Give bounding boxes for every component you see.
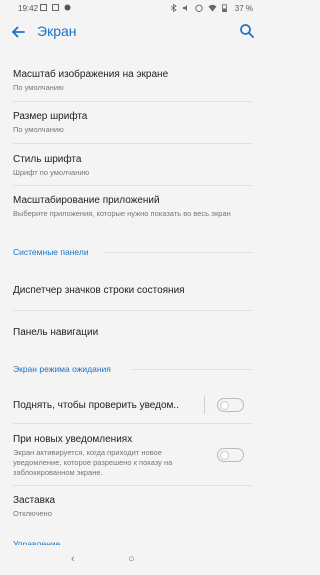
vertical-separator <box>204 396 205 414</box>
arrow-back-icon[interactable] <box>9 23 27 41</box>
new-notifications-toggle[interactable] <box>217 448 244 462</box>
section-header-system-panels: Системные панели <box>13 247 89 257</box>
app-scaling-summary: Выберите приложения, которые нужно показ… <box>13 209 231 218</box>
screensaver-title: Заставка <box>13 495 56 506</box>
app-scaling-item[interactable]: Масштабирование приложений Выберите прил… <box>13 194 252 219</box>
divider <box>13 485 252 486</box>
screensaver-summary: Отключено <box>13 509 52 518</box>
font-style-summary: Шрифт по умолчанию <box>13 168 90 177</box>
search-icon[interactable] <box>239 23 255 39</box>
app-bar: Экран <box>0 16 265 48</box>
section-header-standby: Экран режима ожидания <box>13 364 111 374</box>
lift-to-check-toggle[interactable] <box>217 398 244 412</box>
font-style-item[interactable]: Стиль шрифта Шрифт по умолчанию <box>13 153 252 178</box>
bluetooth-icon <box>170 4 177 12</box>
status-bar-icons-title: Диспетчер значков строки состояния <box>13 285 185 296</box>
gallery-notification-icon <box>52 4 59 11</box>
toggle-knob <box>220 400 229 410</box>
divider <box>13 185 252 186</box>
font-size-item[interactable]: Размер шрифта По умолчанию <box>13 110 252 135</box>
new-notifications-item[interactable]: При новых уведомлениях Экран активируетс… <box>13 433 205 478</box>
wifi-icon <box>208 4 217 12</box>
status-bar: 19:42 37 % <box>0 0 265 16</box>
mute-icon <box>183 5 187 11</box>
status-bar-icons-item[interactable]: Диспетчер значков строки состояния <box>13 284 252 297</box>
display-scale-item[interactable]: Масштаб изображения на экране По умолчан… <box>13 68 252 93</box>
section-divider <box>132 369 252 370</box>
section-divider <box>104 252 252 253</box>
new-notifications-summary: Экран активируется, когда приходит новое… <box>13 448 173 477</box>
divider <box>13 423 252 424</box>
page-title: Экран <box>37 23 77 39</box>
lift-to-check-item[interactable]: Поднять, чтобы проверить уведом.. <box>13 399 195 412</box>
app-scaling-title: Масштабирование приложений <box>13 195 160 206</box>
alarm-icon <box>195 4 203 12</box>
toggle-knob <box>220 450 229 460</box>
font-size-summary: По умолчанию <box>13 125 64 134</box>
dot-notification-icon <box>64 4 71 11</box>
divider <box>13 310 252 311</box>
new-notifications-title: При новых уведомлениях <box>13 434 133 445</box>
battery-icon <box>222 4 227 12</box>
font-style-title: Стиль шрифта <box>13 154 82 165</box>
navigation-panel-title: Панель навигации <box>13 327 99 338</box>
navigation-panel-item[interactable]: Панель навигации <box>13 326 252 339</box>
display-scale-summary: По умолчанию <box>13 83 64 92</box>
lift-to-check-title: Поднять, чтобы проверить уведом.. <box>13 400 179 411</box>
screensaver-item[interactable]: Заставка Отключено <box>13 494 252 519</box>
battery-percent: 37 % <box>234 4 253 13</box>
divider <box>13 101 252 102</box>
display-scale-title: Масштаб изображения на экране <box>13 69 169 80</box>
nav-back-icon[interactable]: ‹ <box>71 553 75 565</box>
font-size-title: Размер шрифта <box>13 111 88 122</box>
divider <box>13 143 252 144</box>
image-notification-icon <box>40 4 47 11</box>
nav-home-icon[interactable]: ○ <box>128 553 135 565</box>
status-time: 19:42 <box>18 4 39 13</box>
navigation-bar: ‹ ○ <box>0 545 265 575</box>
